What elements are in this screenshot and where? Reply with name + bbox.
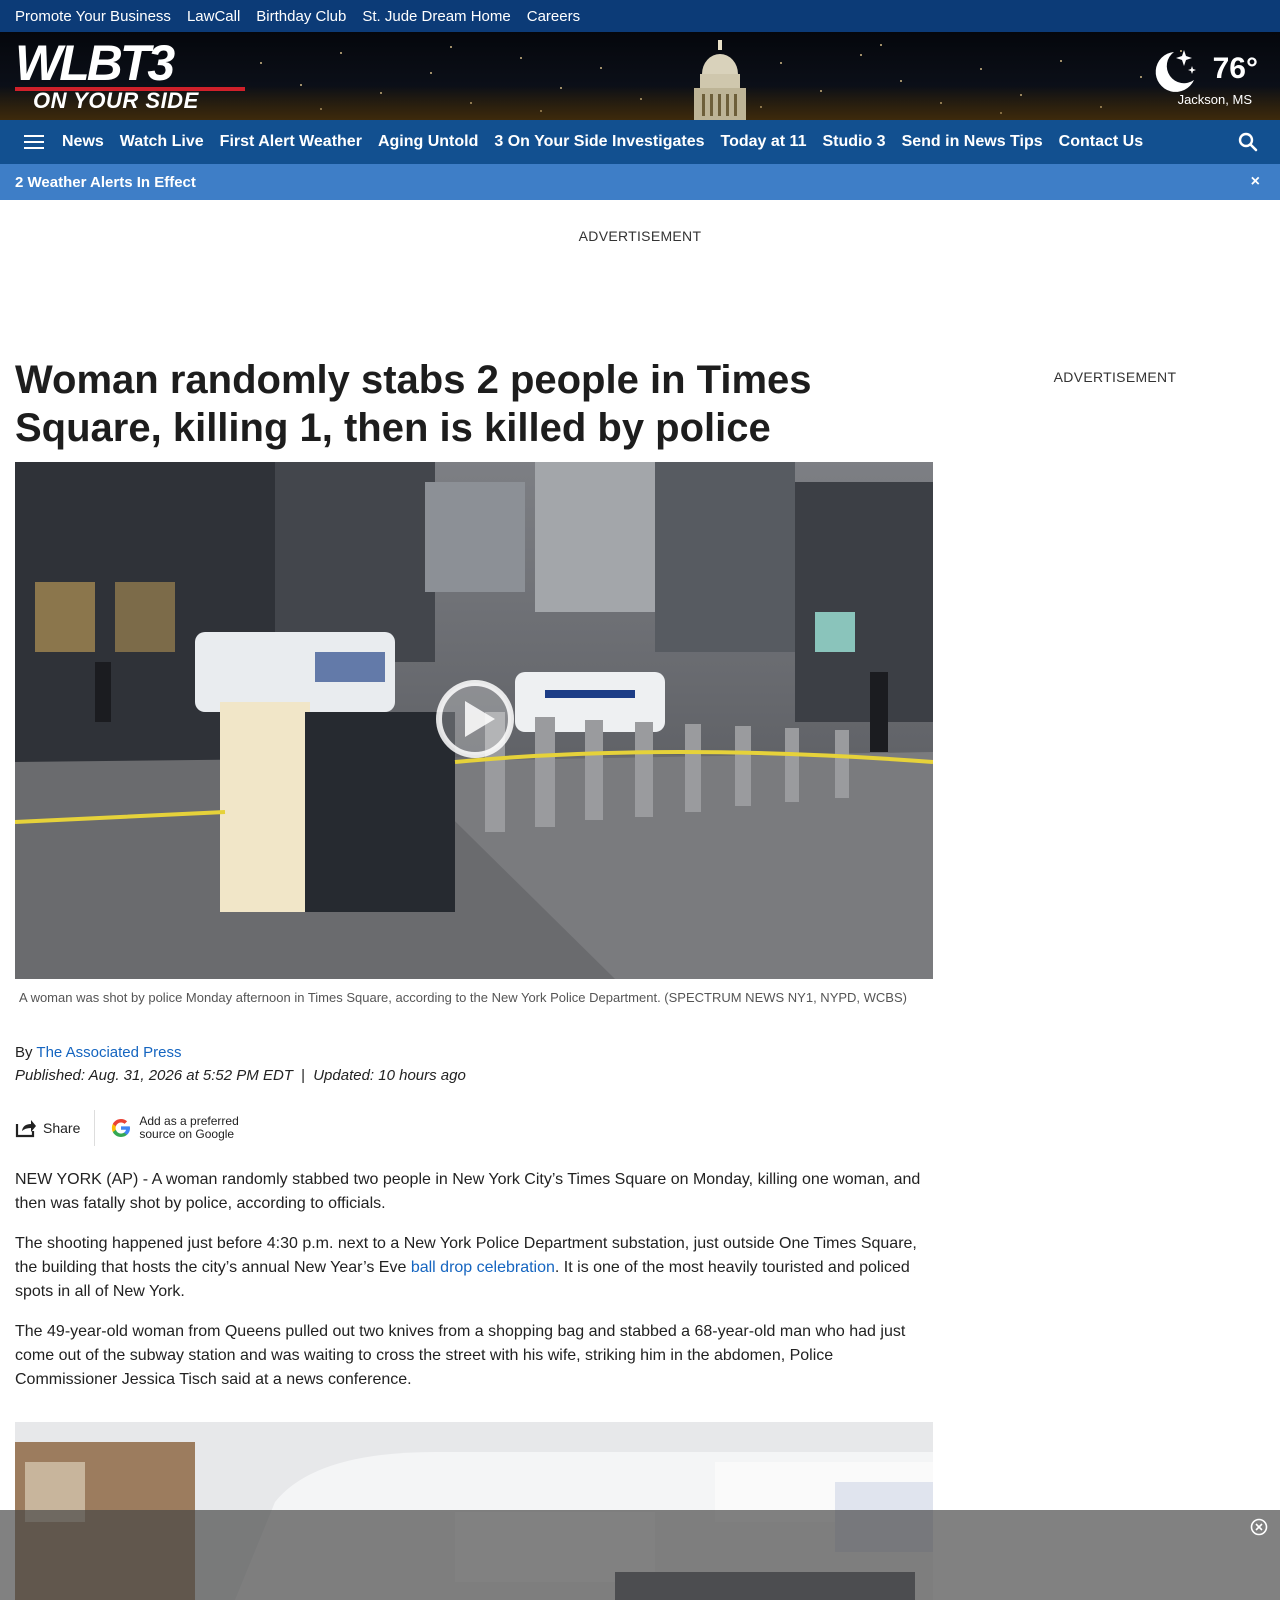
share-label: Share — [43, 1120, 81, 1136]
moon-stars-icon — [1155, 50, 1196, 92]
byline-prefix: By — [15, 1044, 33, 1061]
weather-alerts-text: 2 Weather Alerts In Effect — [15, 173, 196, 191]
article-headline: Woman randomly stabs 2 people in Times S… — [15, 358, 812, 450]
share-icon — [15, 1120, 36, 1138]
article-paragraph: NEW YORK (AP) - A woman randomly stabbed… — [15, 1171, 921, 1212]
search-icon[interactable] — [1238, 132, 1258, 152]
utility-nav: Promote Your Business LawCall Birthday C… — [0, 0, 1280, 32]
article-paragraph: The 49-year-old woman from Queens pulled… — [15, 1323, 906, 1388]
main-nav: News Watch Live First Alert Weather Agin… — [0, 120, 1280, 164]
logo-wordmark: WLBT3 — [15, 35, 175, 91]
advertisement-label: ADVERTISEMENT — [578, 228, 702, 244]
utility-link-promote[interactable]: Promote Your Business — [15, 8, 171, 25]
nav-item-today-at-11[interactable]: Today at 11 — [721, 133, 807, 151]
article-paragraph: The shooting happened just before 4:30 p… — [15, 1232, 933, 1304]
updated-time: Updated: 10 hours ago — [313, 1067, 466, 1084]
nav-item-aging-untold[interactable]: Aging Untold — [378, 133, 478, 151]
weather-widget[interactable]: 76° Jackson, MS — [1148, 42, 1258, 112]
utility-link-careers[interactable]: Careers — [527, 8, 580, 25]
masthead: WLBT3 ON YOUR SIDE 76° Jackson, MS — [0, 32, 1280, 120]
nav-item-first-alert-weather[interactable]: First Alert Weather — [220, 133, 362, 151]
share-button[interactable]: Share — [15, 1110, 96, 1146]
menu-icon[interactable] — [24, 131, 44, 153]
sticky-bottom-ad — [0, 1510, 1280, 1600]
nav-item-investigates[interactable]: 3 On Your Side Investigates — [494, 133, 704, 151]
ball-drop-link[interactable]: ball drop celebration — [411, 1259, 555, 1276]
weather-location: Jackson, MS — [1177, 92, 1252, 107]
nav-item-studio-3[interactable]: Studio 3 — [822, 133, 885, 151]
advertisement-label: ADVERTISEMENT — [1053, 369, 1177, 385]
nav-item-news-tips[interactable]: Send in News Tips — [902, 133, 1043, 151]
video-player[interactable] — [15, 462, 933, 979]
google-icon — [112, 1119, 131, 1137]
capitol-dome-icon — [694, 40, 746, 120]
article: Woman randomly stabs 2 people in Times S… — [15, 356, 933, 1408]
play-icon[interactable] — [435, 679, 515, 759]
close-ad-icon[interactable] — [1250, 1518, 1268, 1536]
google-preferred-source-button[interactable]: Add as a preferred source on Google — [95, 1115, 239, 1141]
utility-link-birthday-club[interactable]: Birthday Club — [256, 8, 346, 25]
share-toolbar: Share Add as a preferred source on Googl… — [15, 1110, 933, 1146]
article-body: NEW YORK (AP) - A woman randomly stabbed… — [15, 1168, 933, 1392]
video-caption: A woman was shot by police Monday aftern… — [19, 990, 907, 1005]
google-source-line2: source on Google — [139, 1127, 235, 1141]
utility-link-dream-home[interactable]: St. Jude Dream Home — [362, 8, 510, 25]
publish-info: Published: Aug. 31, 2026 at 5:52 PM EDT … — [15, 1067, 933, 1084]
sidebar-ad-slot: ADVERTISEMENT — [1040, 369, 1190, 385]
byline: By The Associated Press — [15, 1044, 933, 1061]
author-link[interactable]: The Associated Press — [36, 1044, 181, 1061]
nav-item-watch-live[interactable]: Watch Live — [120, 133, 204, 151]
published-date: Published: Aug. 31, 2026 at 5:52 PM EDT — [15, 1067, 293, 1084]
utility-link-lawcall[interactable]: LawCall — [187, 8, 240, 25]
top-ad-slot: ADVERTISEMENT — [0, 228, 1280, 244]
close-icon[interactable]: × — [1251, 173, 1260, 191]
nav-item-news[interactable]: News — [62, 133, 104, 151]
weather-alerts-bar[interactable]: 2 Weather Alerts In Effect × — [0, 164, 1280, 200]
logo-tagline: ON YOUR SIDE — [33, 88, 199, 113]
date-separator: | — [301, 1067, 306, 1084]
weather-temp: 76° — [1212, 52, 1258, 85]
station-logo[interactable]: WLBT3 ON YOUR SIDE — [15, 38, 245, 116]
nav-item-contact-us[interactable]: Contact Us — [1059, 133, 1143, 151]
